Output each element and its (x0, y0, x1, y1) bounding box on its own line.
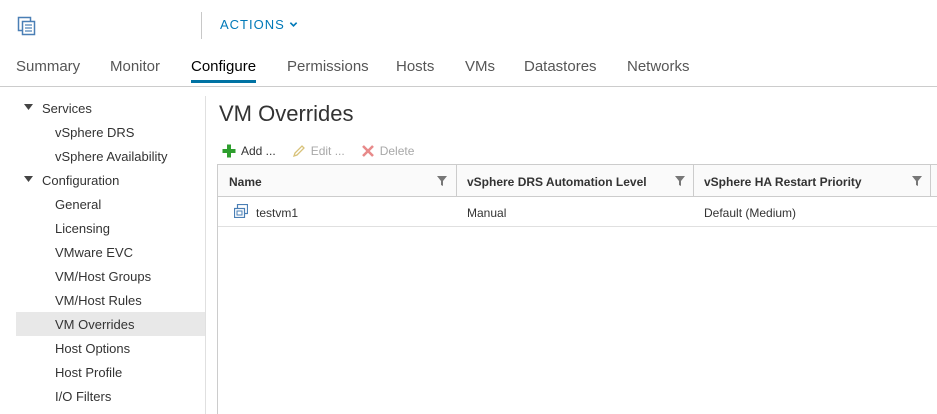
edit-button-label: Edit ... (310, 144, 345, 158)
sidebar-item-label: VMware EVC (55, 245, 134, 260)
tab-datastores[interactable]: Datastores (524, 58, 597, 75)
tab-configure[interactable]: Configure (191, 58, 257, 83)
add-button-label: Add ... (241, 144, 276, 158)
tab-summary[interactable]: Summary (16, 58, 80, 75)
sidebar-group-label: Configuration (42, 173, 120, 188)
column-title: vSphere DRS Automation Level (467, 175, 647, 189)
drs-automation-level-cell: Manual (467, 206, 507, 220)
caret-down-icon (24, 104, 33, 110)
pencil-icon (292, 145, 305, 158)
sidebar-group-label: Services (42, 101, 92, 116)
sidebar-item-label: VM Overrides (55, 317, 135, 332)
tab-monitor[interactable]: Monitor (110, 58, 160, 75)
filter-icon[interactable] (912, 176, 922, 186)
column-header-name[interactable]: Name (218, 165, 456, 197)
sidebar-item-licensing[interactable]: Licensing (16, 216, 205, 240)
column-header-drs-automation-level[interactable]: vSphere DRS Automation Level (456, 165, 693, 197)
column-header-ha-restart-priority[interactable]: vSphere HA Restart Priority (693, 165, 930, 197)
sidebar-item-label: VM/Host Groups (55, 269, 152, 284)
grid-header: Name vSphere DRS Automation Level vSpher… (218, 165, 937, 197)
header-divider (201, 12, 202, 39)
plus-icon (222, 144, 236, 158)
sidebar-item-io-filters[interactable]: I/O Filters (16, 384, 205, 408)
delete-button[interactable]: Delete (361, 144, 415, 158)
vm-icon (234, 204, 248, 218)
vm-name-cell[interactable]: testvm1 (256, 206, 298, 220)
sidebar-item-label: VM/Host Rules (55, 293, 142, 308)
sidebar-item-vm-host-groups[interactable]: VM/Host Groups (16, 264, 205, 288)
sidebar-item-label: Host Options (55, 341, 131, 356)
sidebar-item-vm-overrides[interactable]: VM Overrides (16, 312, 205, 336)
caret-down-icon (24, 176, 33, 182)
column-resize-handle[interactable] (930, 165, 931, 197)
object-header: ACTIONS (0, 0, 937, 52)
sidebar-item-vsphere-drs[interactable]: vSphere DRS (16, 120, 205, 144)
cluster-icon (17, 16, 36, 36)
delete-button-label: Delete (379, 144, 415, 158)
sidebar-item-label: Licensing (55, 221, 110, 236)
sidebar-item-label: vSphere DRS (55, 125, 135, 140)
sidebar-item-general[interactable]: General (16, 192, 205, 216)
tab-hosts[interactable]: Hosts (396, 58, 434, 75)
chevron-down-icon (289, 22, 298, 27)
page-title: VM Overrides (219, 101, 354, 126)
table-row[interactable]: testvm1 Manual Default (Medium) (218, 197, 937, 227)
column-title: Name (229, 175, 262, 189)
sidebar-item-vmware-evc[interactable]: VMware EVC (16, 240, 205, 264)
vm-overrides-grid: Name vSphere DRS Automation Level vSpher… (217, 164, 937, 414)
tab-networks[interactable]: Networks (627, 58, 690, 75)
configure-sidebar: Services vSphere DRS vSphere Availabilit… (16, 96, 205, 414)
add-button[interactable]: Add ... (222, 144, 276, 158)
ha-restart-priority-cell: Default (Medium) (704, 206, 797, 220)
column-title: vSphere HA Restart Priority (704, 175, 862, 189)
filter-icon[interactable] (675, 176, 685, 186)
sidebar-item-host-profile[interactable]: Host Profile (16, 360, 205, 384)
edit-button[interactable]: Edit ... (292, 144, 345, 158)
actions-label: ACTIONS (220, 17, 285, 32)
tab-permissions[interactable]: Permissions (287, 58, 369, 75)
sidebar-item-vm-host-rules[interactable]: VM/Host Rules (16, 288, 205, 312)
actions-menu-button[interactable]: ACTIONS (220, 17, 298, 32)
sidebar-group-configuration[interactable]: Configuration (16, 168, 205, 192)
object-tabs: Summary Monitor Configure Permissions Ho… (0, 52, 937, 87)
sidebar-item-label: vSphere Availability (55, 149, 168, 164)
delete-x-icon (361, 145, 374, 157)
sidebar-item-label: General (55, 197, 102, 212)
sidebar-divider (205, 96, 206, 414)
filter-icon[interactable] (437, 176, 447, 186)
sidebar-item-host-options[interactable]: Host Options (16, 336, 205, 360)
grid-toolbar: Add ... Edit ... Delete (222, 141, 430, 161)
sidebar-item-label: I/O Filters (55, 389, 112, 404)
sidebar-item-label: Host Profile (55, 365, 123, 380)
tab-vms[interactable]: VMs (465, 58, 495, 75)
sidebar-item-vsphere-availability[interactable]: vSphere Availability (16, 144, 205, 168)
sidebar-group-services[interactable]: Services (16, 96, 205, 120)
